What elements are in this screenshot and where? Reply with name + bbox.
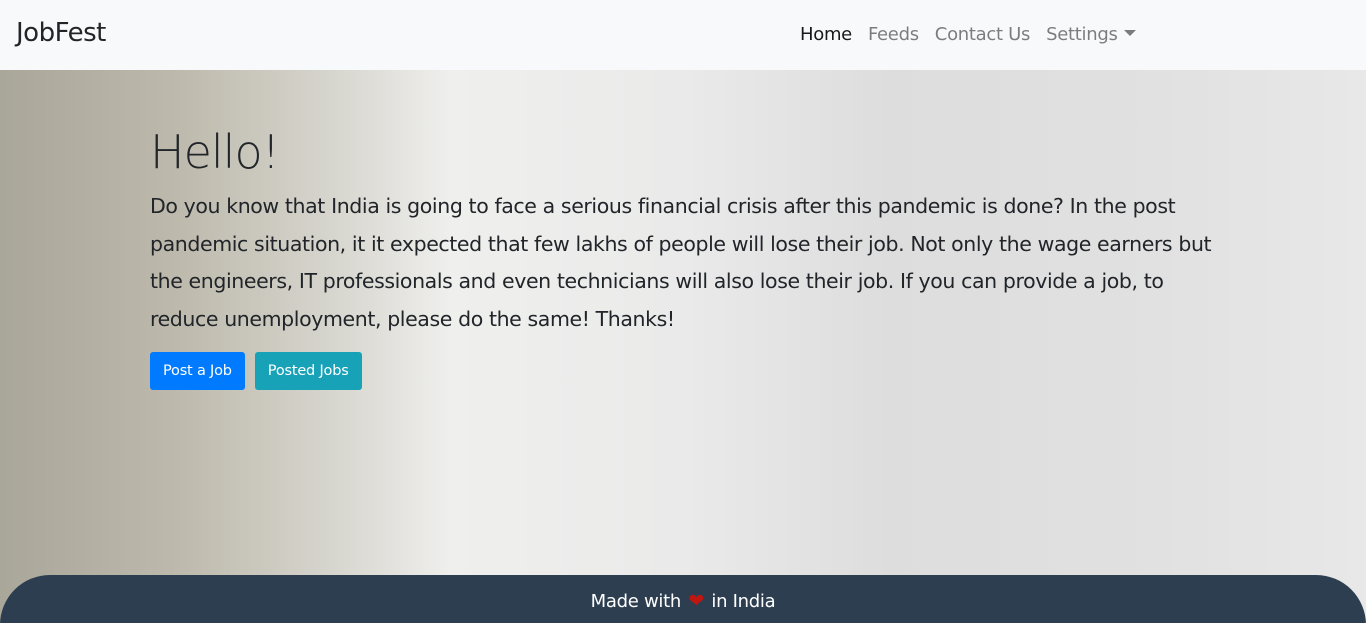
heart-icon: ❤: [688, 590, 704, 612]
nav-item-contact-us[interactable]: Contact Us: [935, 24, 1031, 45]
hero-jumbotron: Hello! Do you know that India is going t…: [0, 70, 1366, 623]
footer: Made with ❤ in India: [0, 575, 1366, 623]
page-title: Hello!: [150, 125, 280, 179]
hero-paragraph: Do you know that India is going to face …: [150, 194, 1212, 331]
posted-jobs-button[interactable]: Posted Jobs: [254, 352, 362, 391]
footer-prefix: Made with: [590, 591, 682, 612]
nav-menu: Home Feeds Contact Us Settings: [800, 24, 1152, 45]
post-job-button[interactable]: Post a Job: [150, 352, 245, 391]
hero-content: Hello! Do you know that India is going t…: [150, 125, 1230, 391]
caret-down-icon: [1123, 30, 1136, 36]
nav-item-home[interactable]: Home: [800, 24, 852, 45]
nav-item-settings-dropdown[interactable]: Settings: [1046, 24, 1136, 45]
hero-buttons: Post a Job Posted Jobs: [150, 352, 1230, 391]
brand-logo[interactable]: JobFest: [16, 18, 106, 48]
footer-suffix: in India: [711, 591, 776, 612]
nav-item-feeds[interactable]: Feeds: [868, 24, 919, 45]
nav-item-settings-label: Settings: [1046, 24, 1118, 45]
navbar: JobFest Home Feeds Contact Us Settings: [0, 0, 1366, 70]
